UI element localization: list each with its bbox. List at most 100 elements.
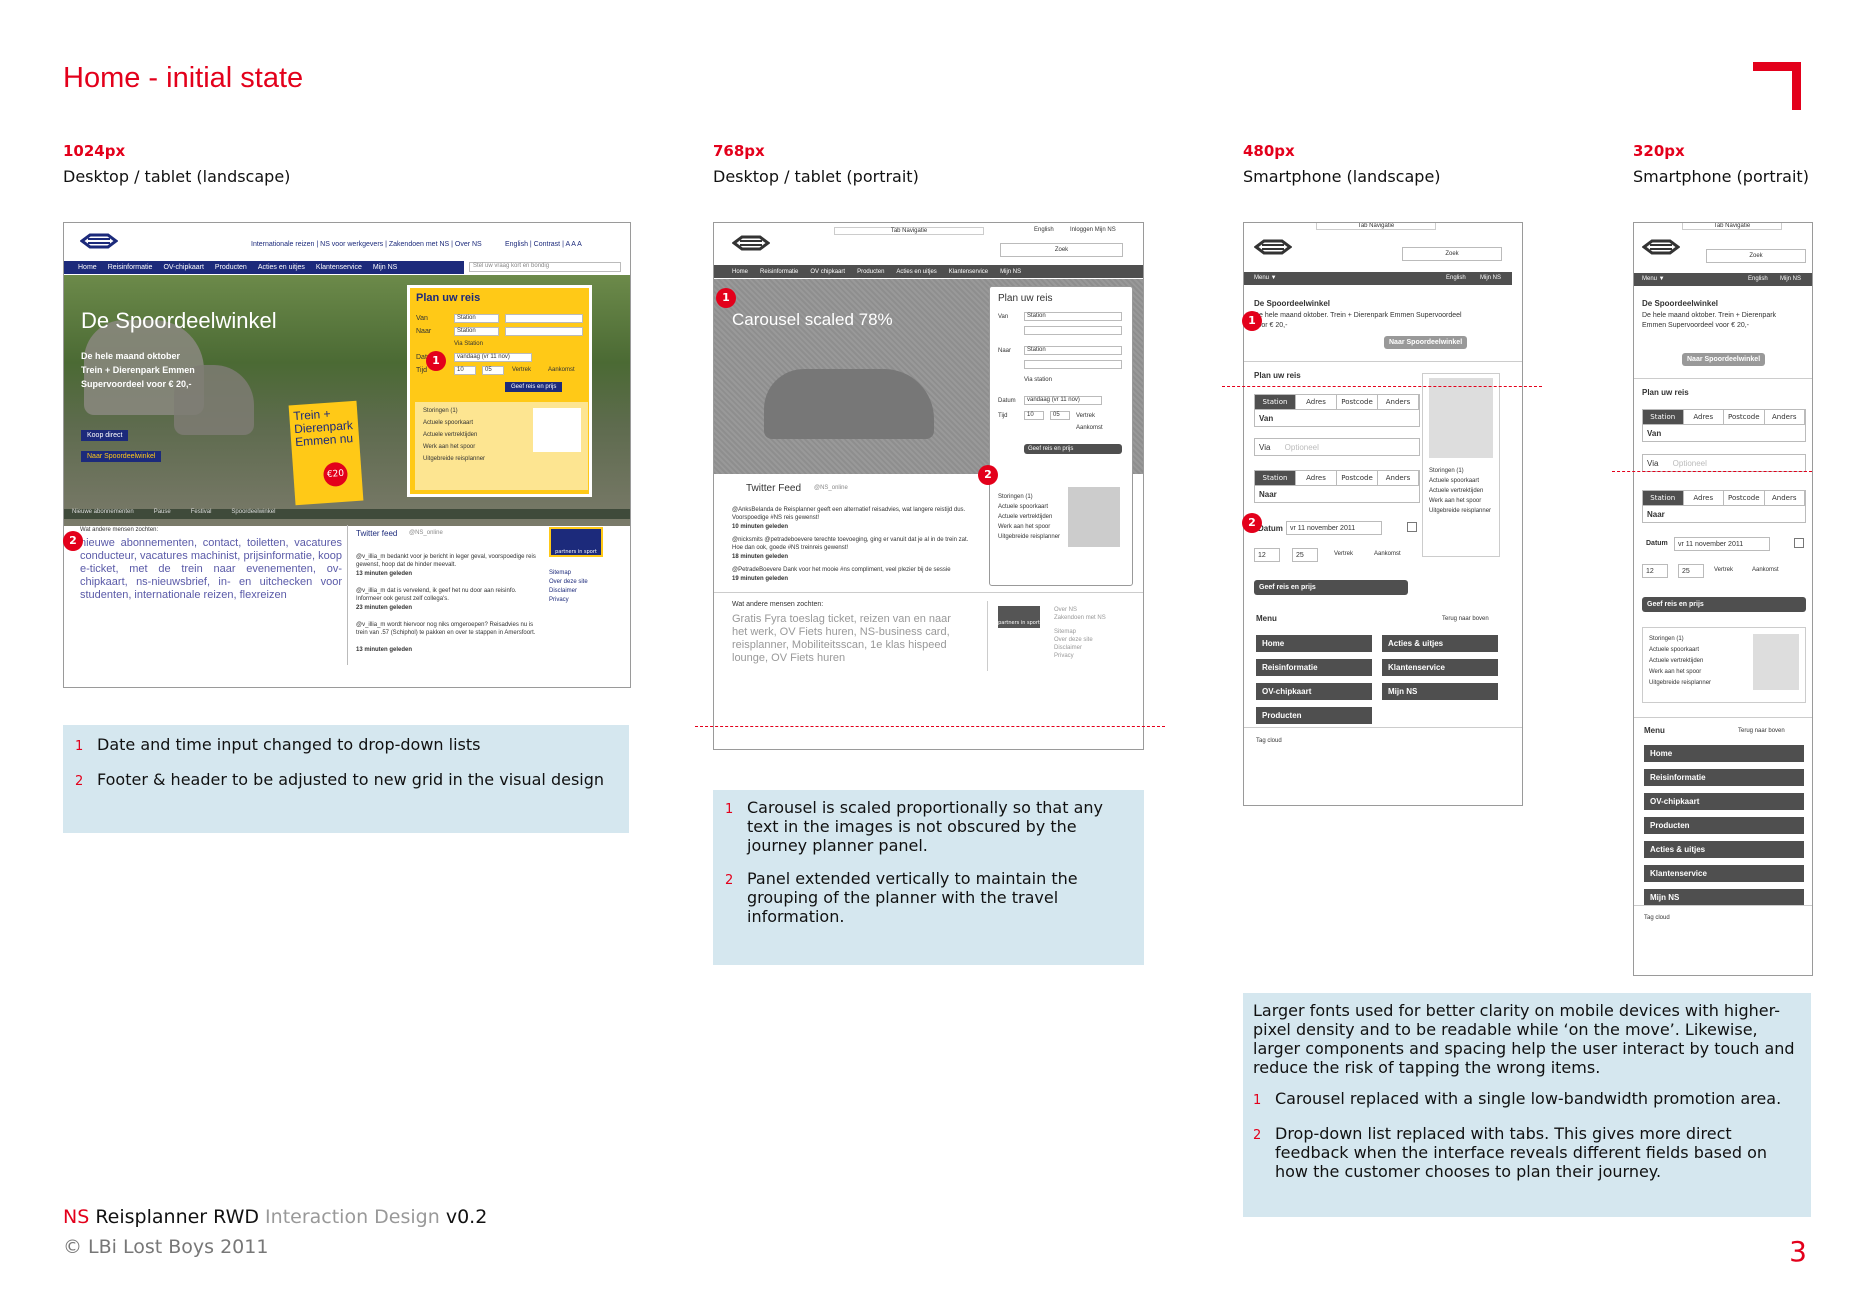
- nav-item[interactable]: Reisinformatie: [108, 264, 153, 271]
- footer-link[interactable]: Sitemap: [549, 569, 588, 578]
- menu-item[interactable]: OV-chipkaart: [1256, 683, 1372, 700]
- tab-station[interactable]: Station: [1643, 491, 1684, 505]
- planner-link[interactable]: Actuele vertrektijden: [423, 432, 477, 438]
- menu-item[interactable]: Mijn NS: [1382, 683, 1498, 700]
- top-links[interactable]: Internationale reizen | NS voor werkgeve…: [251, 241, 482, 248]
- planner-link[interactable]: Actuele spoorkaart: [998, 502, 1060, 512]
- planner-link[interactable]: Actuele vertrektijden: [1649, 656, 1711, 667]
- nav-item[interactable]: Home: [732, 269, 748, 275]
- via-input[interactable]: Via Optioneel: [1642, 454, 1806, 472]
- calendar-icon[interactable]: [1794, 538, 1804, 548]
- tab-adres[interactable]: Adres: [1684, 410, 1724, 424]
- geef-reis-button[interactable]: Geef reis en prijs: [1024, 444, 1122, 454]
- zoek-input[interactable]: Zoek: [1402, 247, 1502, 261]
- footer-link[interactable]: Disclaimer: [549, 587, 588, 596]
- naar-input[interactable]: Naar: [1642, 505, 1806, 523]
- menu-toggle[interactable]: Menu ▼: [1254, 275, 1277, 281]
- menu-item[interactable]: Klantenservice: [1644, 865, 1804, 882]
- minute-select[interactable]: 25: [1678, 564, 1704, 578]
- calendar-icon[interactable]: [1407, 522, 1417, 532]
- english-link[interactable]: English: [1748, 276, 1768, 282]
- aankomst-radio[interactable]: Aankomst: [1374, 551, 1401, 557]
- via-input[interactable]: Via Optioneel: [1254, 438, 1420, 456]
- van-select[interactable]: Station: [1024, 312, 1122, 321]
- nav-item[interactable]: Home: [78, 264, 97, 271]
- planner-link[interactable]: Werk aan het spoor: [1649, 667, 1711, 678]
- footer-link[interactable]: Zakendoen met NS: [1054, 614, 1106, 622]
- naar-spoordeelwinkel-button[interactable]: Naar Spoordeelwinkel: [81, 451, 162, 462]
- tab-postcode[interactable]: Postcode: [1337, 395, 1378, 409]
- planner-link[interactable]: Werk aan het spoor: [423, 444, 475, 450]
- footer-link[interactable]: Privacy: [1054, 652, 1106, 660]
- menu-item[interactable]: Mijn NS: [1644, 889, 1804, 906]
- map-icon[interactable]: [1429, 378, 1493, 458]
- datum-select[interactable]: vandaag (vr 11 nov): [454, 353, 532, 362]
- menu-item[interactable]: OV-chipkaart: [1644, 793, 1804, 810]
- nav-item[interactable]: Mijn NS: [1000, 269, 1021, 275]
- planner-link[interactable]: Uitgebreide reisplanner: [423, 456, 485, 462]
- tab-anders[interactable]: Anders: [1765, 410, 1805, 424]
- footer-link[interactable]: Over NS: [1054, 606, 1106, 614]
- english-link[interactable]: English: [1034, 227, 1054, 233]
- nav-item[interactable]: Producten: [215, 264, 247, 271]
- top-links-right[interactable]: English | Contrast | A A A: [505, 241, 582, 248]
- minute-select[interactable]: 25: [1292, 548, 1318, 562]
- datum-select[interactable]: vr 11 november 2011: [1674, 537, 1770, 551]
- login-link[interactable]: Inloggen Mijn NS: [1070, 227, 1116, 233]
- planner-link[interactable]: Actuele spoorkaart: [1649, 645, 1711, 656]
- menu-item[interactable]: Reisinformatie: [1644, 769, 1804, 786]
- vertrek-radio[interactable]: Vertrek: [1334, 551, 1353, 557]
- menu-item[interactable]: Home: [1644, 745, 1804, 762]
- planner-link[interactable]: Actuele spoorkaart: [423, 420, 473, 426]
- vertrek-radio[interactable]: Vertrek: [1714, 567, 1733, 573]
- carousel-tab[interactable]: Spoordeelwinkel: [231, 509, 275, 519]
- map-icon[interactable]: [533, 408, 581, 452]
- datum-select[interactable]: vr 11 november 2011: [1286, 521, 1382, 535]
- tab-postcode[interactable]: Postcode: [1724, 491, 1765, 505]
- planner-link[interactable]: Actuele vertrektijden: [1429, 486, 1491, 496]
- hour-select[interactable]: 12: [1254, 548, 1280, 562]
- carousel-tab[interactable]: Nieuwe abonnementen: [72, 509, 134, 519]
- van-input[interactable]: Van: [1642, 424, 1806, 442]
- carousel-tab[interactable]: Pause: [154, 509, 171, 519]
- map-icon[interactable]: [1753, 634, 1799, 690]
- naar-input[interactable]: [1024, 360, 1122, 369]
- tag-cloud[interactable]: Tag cloud: [1256, 738, 1282, 744]
- naar-input[interactable]: [505, 327, 583, 336]
- menu-item[interactable]: Producten: [1644, 817, 1804, 834]
- nav-item[interactable]: Acties en uitjes: [258, 264, 305, 271]
- planner-link[interactable]: Actuele vertrektijden: [998, 512, 1060, 522]
- menu-item[interactable]: Producten: [1256, 707, 1372, 724]
- hour-select[interactable]: 12: [1642, 564, 1668, 578]
- footer-link[interactable]: Over deze site: [549, 578, 588, 587]
- aankomst-radio[interactable]: Aankomst: [1752, 567, 1779, 573]
- planner-link[interactable]: Actuele spoorkaart: [1429, 476, 1491, 486]
- promo-button[interactable]: Naar Spoordeelwinkel: [1682, 353, 1766, 366]
- tab-postcode[interactable]: Postcode: [1337, 471, 1378, 485]
- datum-select[interactable]: vandaag (vr 11 nov): [1024, 396, 1102, 405]
- map-icon[interactable]: [1068, 487, 1120, 547]
- tab-station[interactable]: Station: [1643, 410, 1684, 424]
- mijnns-link[interactable]: Mijn NS: [1480, 275, 1501, 281]
- koop-direct-button[interactable]: Koop direct: [81, 430, 129, 441]
- planner-link[interactable]: Storingen (1): [423, 408, 458, 414]
- tab-postcode[interactable]: Postcode: [1724, 410, 1765, 424]
- naar-input[interactable]: Naar: [1254, 485, 1420, 503]
- nav-item[interactable]: Klantenservice: [316, 264, 362, 271]
- tag-cloud[interactable]: nieuwe abonnementen, contact, toiletten,…: [80, 537, 342, 602]
- van-input[interactable]: [505, 314, 583, 323]
- footer-link[interactable]: Sitemap: [1054, 628, 1106, 636]
- hour-select[interactable]: 10: [454, 366, 476, 375]
- tab-anders[interactable]: Anders: [1765, 491, 1805, 505]
- planner-link[interactable]: Storingen (1): [998, 492, 1060, 502]
- tab-station[interactable]: Station: [1255, 471, 1296, 485]
- naar-select[interactable]: Station: [1024, 346, 1122, 355]
- hour-select[interactable]: 10: [1024, 411, 1044, 420]
- tab-adres[interactable]: Adres: [1296, 471, 1337, 485]
- tag-cloud[interactable]: Gratis Fyra toeslag ticket, reizen van e…: [732, 613, 964, 665]
- menu-item[interactable]: Klantenservice: [1382, 659, 1498, 676]
- footer-link[interactable]: Disclaimer: [1054, 644, 1106, 652]
- geef-reis-button[interactable]: Geef reis en prijs: [1254, 580, 1408, 595]
- vertrek-radio[interactable]: Vertrek: [512, 367, 531, 373]
- tab-navigation[interactable]: Tab Navigatie: [1316, 223, 1436, 230]
